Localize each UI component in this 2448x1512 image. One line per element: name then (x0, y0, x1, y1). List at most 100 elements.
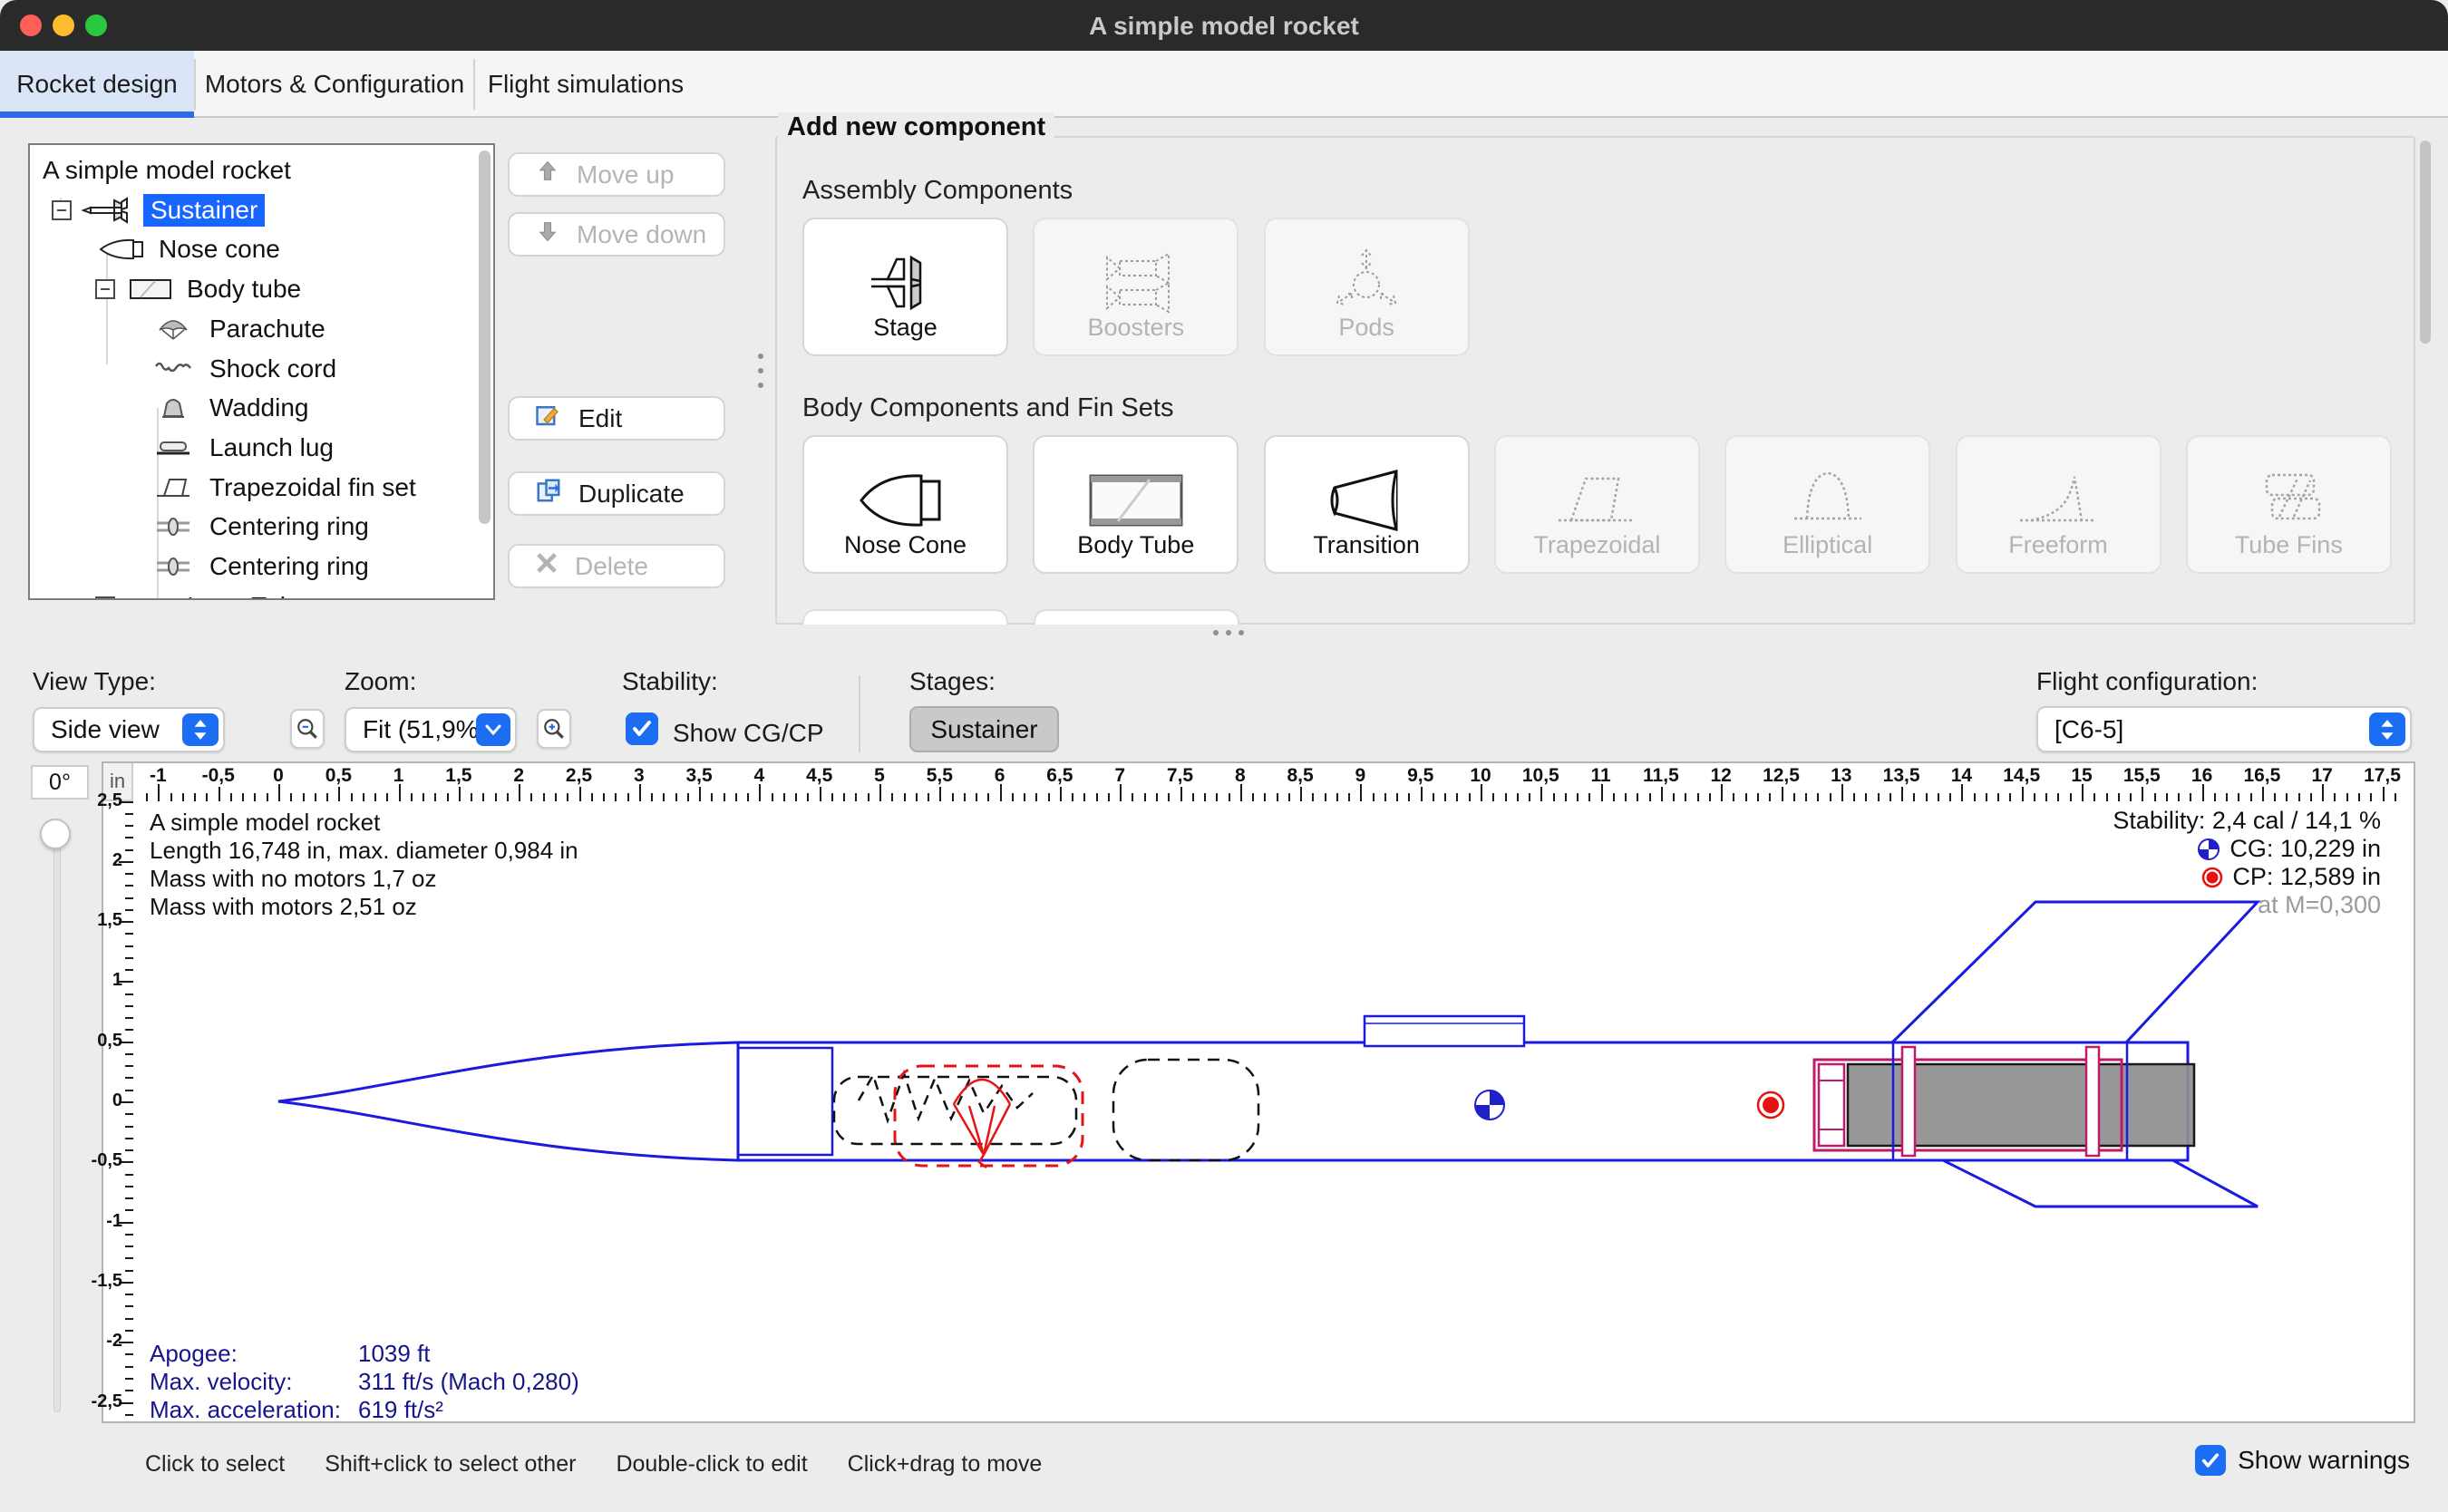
flight-data-row: Max. velocity:311 ft/s (Mach 0,280) (150, 1368, 579, 1396)
duplicate-button[interactable]: Duplicate (508, 471, 725, 516)
tree-row-inner-tube[interactable]: Inner Tube (30, 586, 493, 600)
zoom-out-button[interactable] (290, 709, 325, 749)
add-transition-card[interactable]: Transition (1264, 435, 1470, 574)
rotation-slider-thumb[interactable] (40, 819, 71, 849)
rocket-info-line: Mass with motors 2,51 oz (150, 893, 578, 921)
add-elliptical-card[interactable]: Elliptical (1724, 435, 1930, 574)
centerring-icon (146, 550, 200, 583)
hint-text: Shift+click to select other (325, 1451, 576, 1478)
view-type-label: View Type: (33, 667, 156, 696)
show-warnings-control: Show warnings (2195, 1445, 2410, 1476)
trapfin-icon (146, 471, 200, 504)
tree-expander-icon[interactable] (95, 596, 115, 600)
tree-row-nose-cone[interactable]: Nose cone (30, 229, 493, 269)
tree-row-shock-cord[interactable]: Shock cord (30, 349, 493, 389)
tree-expander-icon[interactable] (52, 200, 72, 220)
add-nose-cone-card[interactable]: Nose Cone (802, 435, 1008, 574)
add-freeform-card[interactable]: Freeform (1956, 435, 2161, 574)
tab-rocket-design[interactable]: Rocket design (0, 51, 194, 118)
tree-expander-icon[interactable] (95, 279, 115, 299)
hint-text: Click to select (145, 1451, 285, 1478)
show-warnings-label: Show warnings (2238, 1446, 2410, 1475)
rotation-slider-track[interactable] (53, 832, 61, 1412)
mach-condition: at M=0,300 (2113, 891, 2381, 919)
vertical-ruler: -2,5-2-1,5-1-0,500,511,522,5 (103, 801, 133, 1423)
tab-motors-configuration[interactable]: Motors & Configuration (196, 51, 473, 118)
bottom-divider-handle[interactable] (1213, 630, 1244, 635)
transition-icon (1266, 459, 1468, 542)
partial-card[interactable] (1034, 609, 1239, 625)
flight-configuration-label: Flight configuration: (2036, 667, 2258, 696)
centerring-icon (146, 510, 200, 543)
show-cgcp-label: Show CG/CP (673, 719, 824, 748)
fin-upper[interactable] (1892, 902, 2258, 1042)
stability-label: Stability: (622, 667, 718, 696)
bodytube-icon (123, 273, 178, 305)
duplicate-icon (535, 477, 562, 510)
stage-toggle-button[interactable]: Sustainer (909, 706, 1059, 752)
show-cgcp-checkbox[interactable] (626, 712, 658, 745)
tree-row-label: Shock cord (209, 354, 336, 383)
launch-lug[interactable] (1365, 1016, 1524, 1046)
tree-row-sustainer[interactable]: Sustainer (30, 190, 493, 230)
tree-row-centering-ring[interactable]: Centering ring (30, 547, 493, 586)
view-type-select[interactable]: Side view (33, 707, 225, 752)
rocket-drawing-panel[interactable]: in -1-0,500,511,522,533,544,555,566,577,… (102, 761, 2415, 1423)
zoom-select[interactable]: Fit (51,9%) (345, 707, 517, 752)
show-warnings-checkbox[interactable] (2195, 1445, 2226, 1476)
centering-ring-forward[interactable] (1902, 1047, 1915, 1156)
tree-row-parachute[interactable]: Parachute (30, 309, 493, 349)
stability-info-block: Stability: 2,4 cal / 14,1 % CG: 10,229 i… (2113, 807, 2381, 919)
zoom-in-button[interactable] (537, 709, 571, 749)
add-component-title: Add new component (778, 112, 1054, 142)
nose-cone-outline[interactable] (278, 1042, 738, 1160)
move-down-button[interactable]: Move down (508, 212, 725, 257)
tree-row-centering-ring[interactable]: Centering ring (30, 507, 493, 547)
tree-row-trapezoidal-fin-set[interactable]: Trapezoidal fin set (30, 468, 493, 508)
tree-row-wadding[interactable]: Wadding (30, 388, 493, 428)
wadding-icon (146, 392, 200, 424)
tree-row-label: Sustainer (143, 194, 265, 227)
centering-ring-aft[interactable] (2086, 1047, 2099, 1156)
partial-card[interactable] (802, 609, 1008, 625)
add-stage-card[interactable]: Stage (802, 218, 1008, 356)
component-tree[interactable]: A simple model rocket SustainerNose cone B… (28, 143, 495, 600)
cg-marker (1475, 1090, 1504, 1119)
flight-configuration-select[interactable]: [C6-5] (2036, 706, 2412, 752)
edit-button[interactable]: Edit (508, 396, 725, 441)
trapezoidal-icon (1496, 459, 1698, 542)
hint-text: Double-click to edit (616, 1451, 807, 1478)
panel-divider-handle[interactable] (758, 354, 763, 388)
edit-icon (535, 402, 562, 435)
arrow-down-icon (535, 218, 560, 250)
tree-row-label: A simple model rocket (43, 156, 291, 185)
section-heading: Assembly Components (802, 176, 1073, 206)
tree-row-a-simple-model-rocket[interactable]: A simple model rocket (30, 150, 493, 190)
shockcord-icon (146, 353, 200, 385)
tree-row-label: Launch lug (209, 433, 334, 462)
add-body-tube-card[interactable]: Body Tube (1033, 435, 1239, 574)
hint-bar: Click to select Shift+click to select oth… (145, 1451, 1042, 1478)
add-boosters-card[interactable]: Boosters (1033, 218, 1239, 356)
rocket-info-line: Length 16,748 in, max. diameter 0,984 in (150, 837, 578, 865)
tree-row-label: Body tube (187, 275, 301, 304)
tab-flight-simulations[interactable]: Flight simulations (475, 51, 696, 118)
delete-button[interactable]: Delete (508, 544, 725, 588)
add-trapezoidal-card[interactable]: Trapezoidal (1494, 435, 1700, 574)
flight-data-block: Apogee:1039 ftMax. velocity:311 ft/s (Ma… (150, 1340, 579, 1424)
add-pods-card[interactable]: Pods (1264, 218, 1470, 356)
motor[interactable] (1848, 1064, 2194, 1146)
boosters-icon (1035, 241, 1237, 325)
tree-row-body-tube[interactable]: Body tube (30, 269, 493, 309)
flight-data-row: Apogee:1039 ft (150, 1340, 579, 1368)
move-up-button[interactable]: Move up (508, 152, 725, 197)
add-tube-fins-card[interactable]: Tube Fins (2186, 435, 2392, 574)
tree-row-label: Inner Tube (187, 592, 308, 600)
tree-row-label: Trapezoidal fin set (209, 473, 416, 502)
rocket-info-line: Mass with no motors 1,7 oz (150, 865, 578, 893)
cp-value: CP: 12,589 in (2232, 863, 2381, 891)
tree-row-launch-lug[interactable]: Launch lug (30, 428, 493, 468)
tree-scrollbar-thumb[interactable] (479, 150, 491, 524)
add-panel-scrollbar-thumb[interactable] (2420, 141, 2431, 344)
tubefins-icon (2188, 459, 2390, 542)
